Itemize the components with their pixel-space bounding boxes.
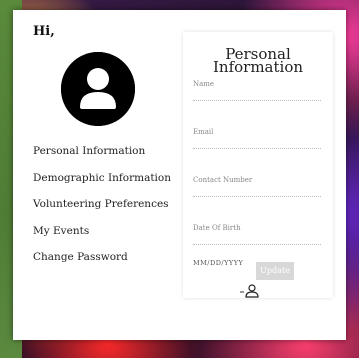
date-of-birth-label: Date Of Birth xyxy=(193,224,241,232)
sidebar-item-demographic-information[interactable]: Demographic Information xyxy=(33,165,171,192)
date-of-birth-field[interactable]: Date Of Birth xyxy=(193,224,321,245)
email-field[interactable]: Email xyxy=(193,128,321,149)
update-button[interactable]: Update xyxy=(256,262,294,280)
date-format-hint: MM/DD/YYYY xyxy=(193,259,244,267)
email-label: Email xyxy=(193,128,214,136)
sidebar-item-personal-information[interactable]: Personal Information xyxy=(33,138,171,165)
profile-card: Hi, Personal Information Demographic Inf… xyxy=(13,10,346,340)
greeting: Hi, xyxy=(33,24,55,39)
name-field[interactable]: Name xyxy=(193,80,321,101)
name-label: Name xyxy=(193,80,215,88)
sidebar-item-volunteering-preferences[interactable]: Volunteering Preferences xyxy=(33,191,171,218)
name-input[interactable] xyxy=(193,100,321,101)
sidebar-item-my-events[interactable]: My Events xyxy=(33,218,171,245)
sidebar-nav: Personal Information Demographic Informa… xyxy=(33,138,171,271)
form-title: Personal Information xyxy=(183,47,333,76)
form-title-line2: Information xyxy=(212,58,304,76)
contact-number-label: Contact Number xyxy=(193,176,253,184)
contact-number-field[interactable]: Contact Number xyxy=(193,176,321,197)
date-of-birth-input[interactable] xyxy=(193,244,321,245)
user-avatar-icon xyxy=(61,52,135,126)
sidebar-item-change-password[interactable]: Change Password xyxy=(33,244,171,271)
contact-number-input[interactable] xyxy=(193,196,321,197)
sidebar: Hi, Personal Information Demographic Inf… xyxy=(13,10,171,340)
email-input[interactable] xyxy=(193,148,321,149)
user-icon xyxy=(239,283,261,298)
